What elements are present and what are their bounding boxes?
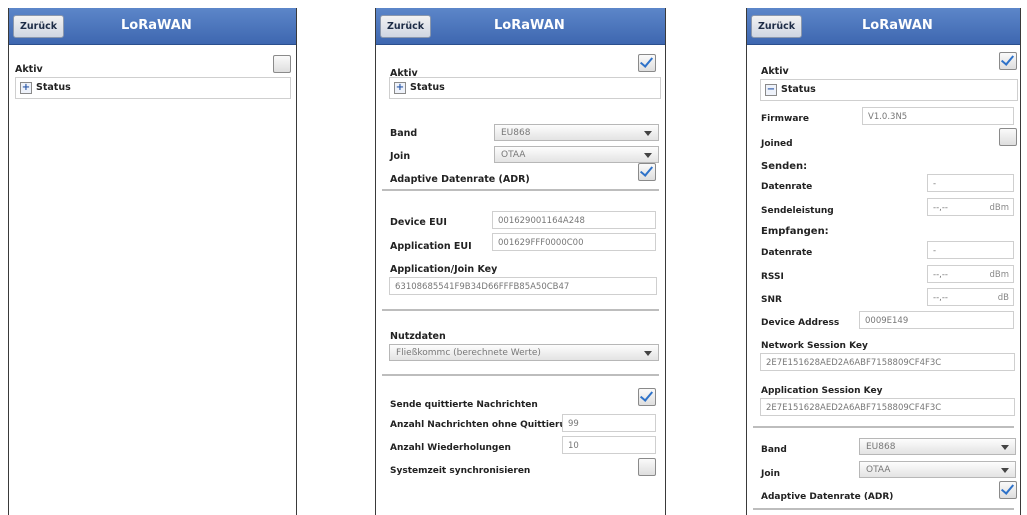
collapse-minus-icon: − — [765, 84, 777, 96]
device-eui-label: Device EUI — [390, 217, 447, 228]
rssi-label: RSSI — [761, 272, 784, 282]
sende-quittiert-checkbox[interactable] — [638, 388, 656, 406]
band-value: EU868 — [501, 128, 531, 138]
aktiv-checkbox[interactable] — [273, 55, 291, 73]
application-key-field[interactable]: 63108685541F9B34D66FFFB85A50CB47 — [389, 277, 657, 295]
band-value: EU868 — [866, 442, 896, 452]
divider — [382, 189, 659, 191]
rssi-value: --,-- — [933, 270, 948, 280]
datenrate-send-field: - — [927, 174, 1014, 192]
status-label: Status — [36, 82, 71, 93]
device-address-field: 0009E149 — [859, 311, 1014, 329]
aktiv-checkbox[interactable] — [638, 54, 656, 72]
datenrate-send-label: Datenrate — [761, 182, 813, 192]
divider — [382, 309, 659, 311]
joined-checkbox — [999, 128, 1017, 146]
chevron-down-icon — [1001, 468, 1009, 473]
header-bar: Zurück LoRaWAN — [376, 8, 665, 45]
sende-quittiert-label: Sende quittierte Nachrichten — [390, 400, 538, 410]
back-button[interactable]: Zurück — [751, 15, 803, 38]
aktiv-checkbox[interactable] — [999, 52, 1017, 70]
snr-label: SNR — [761, 295, 782, 305]
anzahl-ohne-quittierung-field[interactable]: 99 — [562, 414, 656, 432]
panel-lorawan-status: Zurück LoRaWAN Aktiv − Status Firmware V… — [746, 8, 1021, 515]
expand-plus-icon: + — [20, 82, 32, 94]
header-bar: Zurück LoRaWAN — [747, 8, 1020, 45]
anzahl-wiederholungen-field[interactable]: 10 — [562, 436, 656, 454]
band-label: Band — [761, 445, 787, 455]
systemzeit-label: Systemzeit synchronisieren — [390, 466, 531, 476]
divider — [753, 426, 1014, 428]
status-expander[interactable]: + Status — [15, 77, 291, 99]
chevron-down-icon — [1001, 445, 1009, 450]
page-title: LoRaWAN — [494, 18, 565, 33]
panel-lorawan-inactive: Zurück LoRaWAN Aktiv + Status — [8, 8, 297, 515]
chevron-down-icon — [644, 131, 652, 136]
senden-heading: Senden: — [761, 161, 808, 172]
snr-field: --,-- dB — [927, 288, 1014, 306]
band-label: Band — [390, 128, 418, 139]
firmware-field: V1.0.3N5 — [862, 107, 1014, 125]
join-label: Join — [761, 469, 781, 479]
datenrate-recv-label: Datenrate — [761, 248, 813, 258]
device-eui-field[interactable]: 001629001164A248 — [492, 211, 656, 229]
network-session-key-label: Network Session Key — [761, 341, 868, 351]
network-session-key-field: 2E7E151628AED2A6ABF7158809CF4F3C — [760, 353, 1015, 371]
back-button[interactable]: Zurück — [380, 15, 432, 38]
systemzeit-checkbox[interactable] — [638, 458, 656, 476]
snr-value: --,-- — [933, 293, 948, 303]
status-expander[interactable]: − Status — [760, 79, 1018, 101]
application-eui-label: Application EUI — [390, 241, 472, 252]
nutzdaten-value: Fließkommc (berechnete Werte) — [396, 348, 541, 358]
device-address-label: Device Address — [761, 318, 840, 328]
application-key-label: Application/Join Key — [390, 264, 498, 275]
page-title: LoRaWAN — [862, 18, 933, 33]
empfangen-heading: Empfangen: — [761, 226, 829, 237]
divider — [382, 374, 659, 376]
join-label: Join — [390, 151, 411, 162]
anzahl-wiederholungen-label: Anzahl Wiederholungen — [390, 443, 511, 453]
sendeleistung-unit: dBm — [989, 203, 1009, 213]
firmware-label: Firmware — [761, 114, 809, 124]
rssi-unit: dBm — [989, 270, 1009, 280]
chevron-down-icon — [644, 351, 652, 356]
adr-checkbox[interactable] — [638, 163, 656, 181]
sendeleistung-value: --,-- — [933, 203, 948, 213]
chevron-down-icon — [644, 153, 652, 158]
anzahl-ohne-quittierung-label: Anzahl Nachrichten ohne Quittierung — [390, 420, 579, 430]
status-label: Status — [410, 82, 445, 93]
expand-plus-icon: + — [394, 82, 406, 94]
back-button[interactable]: Zurück — [13, 15, 65, 38]
adr-checkbox[interactable] — [999, 481, 1017, 499]
snr-unit: dB — [997, 293, 1009, 303]
band-select[interactable]: EU868 — [859, 438, 1016, 455]
adr-label: Adaptive Datenrate (ADR) — [390, 174, 530, 185]
application-eui-field[interactable]: 001629FFF0000C00 — [492, 233, 656, 251]
nutzdaten-label: Nutzdaten — [390, 331, 446, 342]
aktiv-label: Aktiv — [761, 66, 789, 77]
join-value: OTAA — [501, 150, 526, 160]
datenrate-recv-field: - — [927, 241, 1014, 259]
application-session-key-label: Application Session Key — [761, 386, 883, 396]
join-value: OTAA — [866, 465, 891, 475]
application-session-key-field: 2E7E151628AED2A6ABF7158809CF4F3C — [760, 398, 1015, 416]
nutzdaten-select[interactable]: Fließkommc (berechnete Werte) — [389, 344, 659, 361]
divider — [753, 508, 1014, 510]
page-title: LoRaWAN — [121, 18, 192, 33]
rssi-field: --,-- dBm — [927, 265, 1014, 283]
join-select[interactable]: OTAA — [859, 461, 1016, 478]
band-select[interactable]: EU868 — [494, 124, 659, 141]
sendeleistung-label: Sendeleistung — [761, 206, 834, 216]
panel-lorawan-settings: Zurück LoRaWAN Aktiv + Status Band EU868… — [375, 8, 666, 515]
join-select[interactable]: OTAA — [494, 146, 659, 163]
aktiv-label: Aktiv — [15, 64, 43, 75]
header-bar: Zurück LoRaWAN — [9, 8, 296, 45]
joined-label: Joined — [761, 139, 793, 149]
status-expander[interactable]: + Status — [389, 77, 661, 99]
status-label: Status — [781, 84, 816, 95]
sendeleistung-field: --,-- dBm — [927, 198, 1014, 216]
adr-label: Adaptive Datenrate (ADR) — [761, 492, 894, 502]
